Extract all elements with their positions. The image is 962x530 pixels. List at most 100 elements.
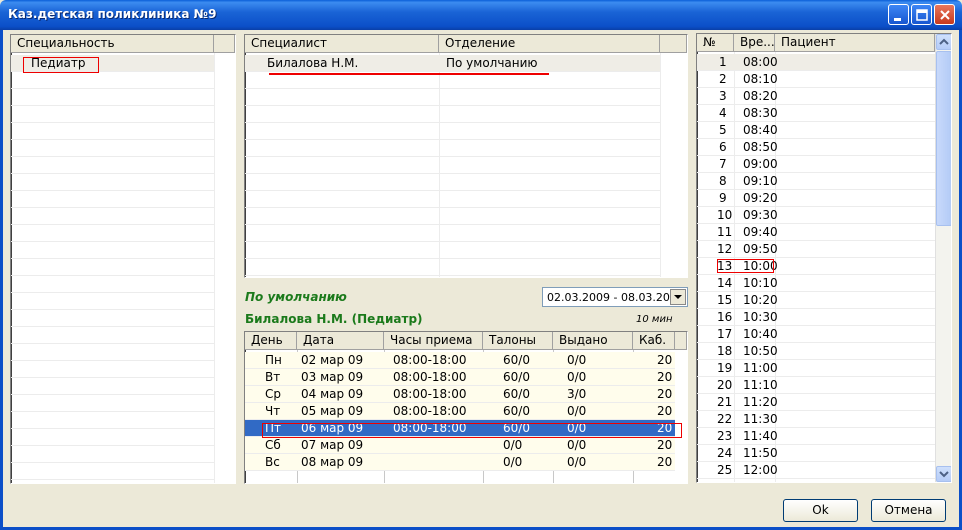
slot-time: 12:00 [743, 463, 778, 477]
schedule-column-header[interactable]: Каб. [633, 332, 675, 350]
specialty-column-header[interactable]: Специальность [11, 35, 214, 53]
slot-time: 10:40 [743, 327, 778, 341]
slot-row[interactable]: 25 12:00 [697, 462, 935, 479]
empty-row [245, 140, 660, 157]
specialties-list[interactable]: Специальность Педиатр [10, 34, 236, 484]
schedule-column-header[interactable]: Талоны [483, 332, 553, 350]
scroll-up-button[interactable] [936, 34, 951, 50]
empty-row [11, 72, 214, 89]
slot-row[interactable]: 3 08:20 [697, 88, 935, 105]
empty-row [11, 174, 214, 191]
slot-row[interactable]: 14 10:10 [697, 275, 935, 292]
empty-row [245, 191, 660, 208]
slot-row[interactable]: 9 09:20 [697, 190, 935, 207]
slot-row[interactable]: 6 08:50 [697, 139, 935, 156]
slot-row[interactable]: 1 08:00 [697, 54, 935, 71]
cancel-button[interactable]: Отмена [871, 499, 946, 522]
scroll-down-button[interactable] [936, 466, 951, 482]
empty-row [11, 480, 214, 483]
slot-row[interactable]: 2 08:10 [697, 71, 935, 88]
slot-row[interactable]: 20 11:10 [697, 377, 935, 394]
date-range-select[interactable]: 02.03.2009 - 08.03.2009 [542, 287, 688, 307]
schedule-row[interactable]: Пн 02 мар 09 08:00-18:00 60/0 0/0 20 [245, 352, 675, 369]
filler-header [675, 332, 687, 350]
slot-number: 22 [717, 412, 733, 426]
specialist-column-header[interactable]: Специалист [245, 35, 439, 53]
slot-number: 19 [717, 361, 733, 375]
slot-time: 10:10 [743, 276, 778, 290]
schedule-row[interactable]: Чт 05 мар 09 08:00-18:00 60/0 0/0 20 [245, 403, 675, 420]
schedule-grid[interactable]: День Дата Часы приема Талоны Выдано Каб. Пн 02… [244, 331, 688, 484]
empty-row [245, 72, 660, 89]
schedule-cell: 60/0 [503, 387, 530, 401]
schedule-row[interactable]: Ср 04 мар 09 08:00-18:00 60/0 3/0 20 [245, 386, 675, 403]
schedule-column-header[interactable]: Дата [297, 332, 384, 350]
slot-number: 5 [719, 123, 727, 137]
chevron-down-icon [674, 295, 682, 299]
slot-row[interactable]: 17 10:40 [697, 326, 935, 343]
dropdown-button[interactable] [670, 289, 686, 305]
empty-row [245, 208, 660, 225]
slots-scrollbar[interactable] [935, 34, 951, 482]
specialists-list[interactable]: Специалист Отделение Билалова Н.М. По ум… [244, 34, 688, 278]
slot-row[interactable]: 11 09:40 [697, 224, 935, 241]
department-column-header[interactable]: Отделение [439, 35, 660, 53]
schedule-row[interactable]: Вс 08 мар 09 0/0 0/0 20 [245, 454, 675, 471]
ok-button[interactable]: Ok [783, 499, 858, 522]
chevron-down-icon [939, 471, 949, 478]
slot-row[interactable]: 5 08:40 [697, 122, 935, 139]
empty-row [245, 242, 660, 259]
schedule-cell: 60/0 [503, 404, 530, 418]
schedule-column-header[interactable]: Часы приема [384, 332, 483, 350]
scroll-thumb[interactable] [936, 51, 951, 226]
schedule-cell: 60/0 [503, 370, 530, 384]
schedule-cell: 0/0 [567, 353, 587, 367]
slot-number: 23 [717, 429, 733, 443]
slot-time: 09:20 [743, 191, 778, 205]
empty-row [11, 140, 214, 157]
slot-row[interactable]: 15 10:20 [697, 292, 935, 309]
slot-time: 09:10 [743, 174, 778, 188]
slot-row[interactable]: 12 09:50 [697, 241, 935, 258]
slot-row[interactable]: 22 11:30 [697, 411, 935, 428]
time-slots-list[interactable]: № Вре... Пациент 1 08:00 2 08:10 3 08:20 4 08:3… [696, 33, 952, 483]
schedule-cell: Вс [265, 455, 280, 469]
empty-row [245, 123, 660, 140]
empty-row [245, 106, 660, 123]
patient-column-header[interactable]: Пациент [775, 34, 935, 52]
slot-row[interactable]: 10 09:30 [697, 207, 935, 224]
minimize-button[interactable] [888, 4, 909, 25]
empty-row [11, 344, 214, 361]
empty-row [11, 429, 214, 446]
schedule-row[interactable]: Сб 07 мар 09 0/0 0/0 20 [245, 437, 675, 454]
schedule-cell: 07 мар 09 [301, 438, 364, 452]
slot-number: 2 [719, 72, 727, 86]
slot-row[interactable]: 16 10:30 [697, 309, 935, 326]
slot-row[interactable]: 8 09:10 [697, 173, 935, 190]
schedule-column-header[interactable]: Выдано [553, 332, 633, 350]
slot-number: 17 [717, 327, 733, 341]
slot-time: 09:00 [743, 157, 778, 171]
schedule-cell: 20 [657, 387, 673, 401]
schedule-cell: 0/0 [503, 455, 523, 469]
empty-row [11, 446, 214, 463]
time-column-header[interactable]: Вре... [734, 34, 775, 52]
specialist-row[interactable]: Билалова Н.М. По умолчанию [245, 55, 660, 72]
number-column-header[interactable]: № [697, 34, 734, 52]
close-button[interactable] [934, 4, 955, 25]
slot-number: 21 [717, 395, 733, 409]
maximize-button[interactable] [911, 4, 932, 25]
slot-row[interactable]: 19 11:00 [697, 360, 935, 377]
slot-time: 11:30 [743, 412, 778, 426]
slot-row[interactable]: 4 08:30 [697, 105, 935, 122]
slot-time: 11:10 [743, 378, 778, 392]
slot-row[interactable]: 24 11:50 [697, 445, 935, 462]
schedule-cell: Чт [265, 404, 281, 418]
slot-row[interactable]: 23 11:40 [697, 428, 935, 445]
schedule-column-header[interactable]: День [245, 332, 297, 350]
schedule-row[interactable]: Вт 03 мар 09 08:00-18:00 60/0 0/0 20 [245, 369, 675, 386]
slot-row[interactable]: 7 09:00 [697, 156, 935, 173]
slot-row[interactable]: 18 10:50 [697, 343, 935, 360]
slot-row[interactable]: 21 11:20 [697, 394, 935, 411]
empty-row [11, 327, 214, 344]
